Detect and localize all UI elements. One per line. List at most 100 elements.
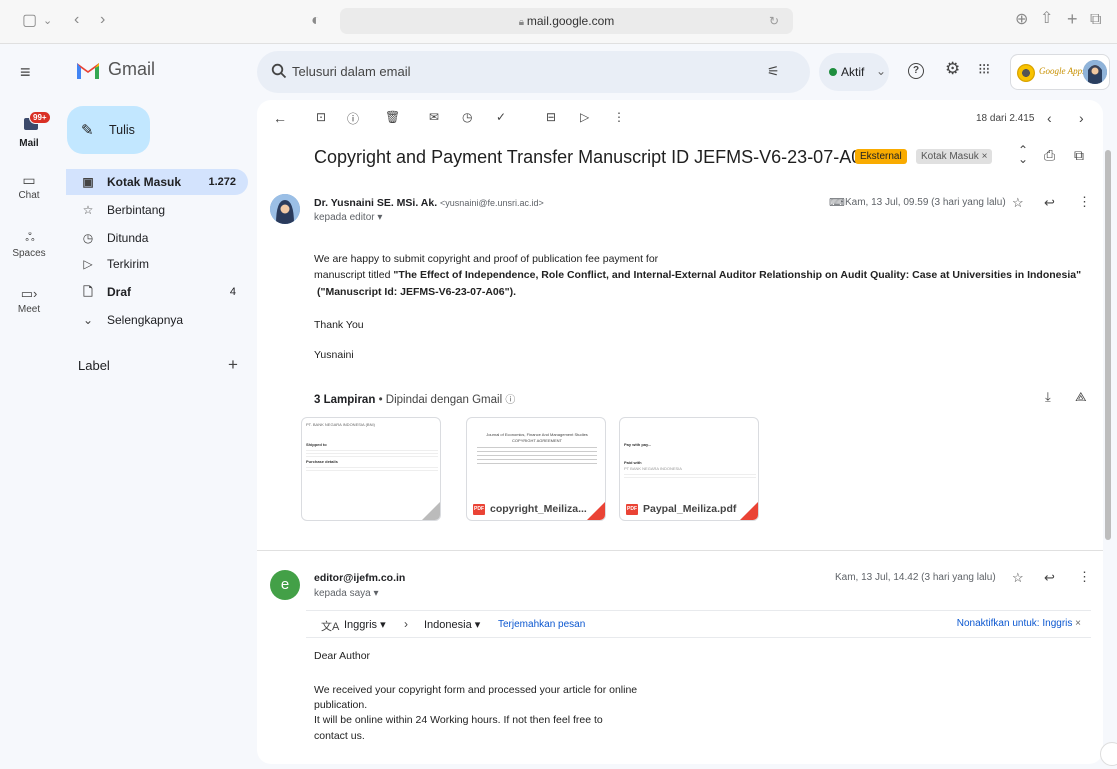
rail-item-chat[interactable]: ▭ Chat xyxy=(0,172,58,201)
page-fold-icon xyxy=(740,502,758,520)
attachment-card[interactable]: Pay with pay... Paid with PT BANK NEGARA… xyxy=(619,417,759,521)
avatar[interactable] xyxy=(1083,60,1107,84)
source-language-select[interactable]: Inggris ▾ xyxy=(344,618,386,631)
side-panel-toggle[interactable] xyxy=(1100,742,1117,766)
rail-item-mail[interactable]: 99+ Mail xyxy=(0,111,58,149)
scrollbar[interactable] xyxy=(1105,150,1111,540)
search-icon[interactable] xyxy=(271,63,287,79)
share-icon[interactable]: ⇧ xyxy=(1040,11,1053,27)
labels-heading: Label xyxy=(78,358,110,373)
newer-chevron-icon[interactable]: ‹ xyxy=(1047,110,1052,126)
nav-label: Berbintang xyxy=(107,203,166,217)
rail-item-spaces[interactable]: ஃ Spaces xyxy=(0,230,58,259)
older-chevron-icon[interactable]: › xyxy=(1079,110,1084,126)
label-icon[interactable]: ▷ xyxy=(580,110,589,124)
forward-icon[interactable]: › xyxy=(100,12,105,28)
collapse-all-icon[interactable]: ⌃ ⌄ xyxy=(1018,144,1028,165)
new-tab-icon[interactable]: + xyxy=(1067,10,1078,28)
source-language: Inggris xyxy=(344,619,378,631)
rail-label: Meet xyxy=(17,304,41,315)
help-icon[interactable]: ? xyxy=(908,63,924,79)
sender-avatar[interactable]: e xyxy=(270,570,300,600)
more-options-icon[interactable]: ⋮ xyxy=(1078,569,1091,585)
add-label-icon[interactable]: + xyxy=(228,355,238,375)
recipient-text: kepada editor xyxy=(314,212,375,223)
account-switcher[interactable]: Google Apps xyxy=(1010,54,1110,90)
disable-translation-text: Nonaktifkan untuk: Inggris xyxy=(956,618,1073,629)
body-prefix: manuscript titled xyxy=(314,269,394,281)
download-icon[interactable]: ⊕ xyxy=(1015,12,1028,28)
unread-badge: 99+ xyxy=(29,111,51,124)
chevron-down-icon[interactable]: ⌄ xyxy=(43,13,52,29)
nav-item-drafts[interactable]: 🗋︎ Draf 4 xyxy=(66,279,248,305)
preview-text: PT BANK NEGARA INDONESIA xyxy=(624,466,682,471)
star-icon: ☆ xyxy=(82,203,94,217)
disable-translation-link[interactable]: Nonaktifkan untuk: Inggris × xyxy=(957,618,1081,629)
open-new-window-icon[interactable]: ⧉ xyxy=(1074,147,1084,164)
recipient-line[interactable]: kepada saya ▾ xyxy=(314,588,379,599)
filter-options-icon[interactable]: ⚟ xyxy=(767,63,780,80)
sender-line: Dr. Yusnaini SE. MSi. Ak. <yusnaini@fe.u… xyxy=(314,197,544,209)
translate-bar: 文A Inggris ▾ › Indonesia ▾ Terjemahkan p… xyxy=(306,610,1091,638)
label-tag-icon: ⌨ xyxy=(829,197,845,209)
preview-text: COPYRIGHT AGREEMENT xyxy=(512,438,562,443)
snooze-icon[interactable]: ◷ xyxy=(462,110,472,124)
star-icon[interactable]: ☆ xyxy=(1012,195,1024,211)
nav-item-starred[interactable]: ☆ Berbintang xyxy=(66,197,248,223)
nav-item-snoozed[interactable]: ◷ Ditunda xyxy=(66,225,248,251)
add-to-drive-icon[interactable]: ⟁ xyxy=(1075,389,1087,405)
rail-item-meet[interactable]: ▭› Meet xyxy=(0,286,58,315)
status-label: Aktif xyxy=(841,65,865,79)
sidebar-toggle-icon[interactable]: ▢ xyxy=(22,13,37,29)
meet-icon: ▭› xyxy=(20,286,38,301)
nav-label: Selengkapnya xyxy=(107,313,184,327)
attachment-card[interactable]: PT. BANK NEGARA INDONESIA (BNI) Shipped … xyxy=(301,417,441,521)
attachment-card[interactable]: Journal of Economics, Finance And Manage… xyxy=(466,417,606,521)
external-tag: Eksternal xyxy=(855,149,907,164)
search-input[interactable]: Telusuri dalam email xyxy=(292,64,411,79)
settings-icon[interactable]: ⚙ xyxy=(945,59,960,79)
apps-grid-icon[interactable]: ⁝⁝⁝ xyxy=(978,60,990,78)
inbox-tag[interactable]: Kotak Masuk × xyxy=(916,149,993,164)
nav-item-more[interactable]: ⌄ Selengkapnya xyxy=(66,307,248,333)
gmail-logo[interactable] xyxy=(75,59,101,81)
add-task-icon[interactable]: ✓ xyxy=(496,110,506,124)
recipient-line[interactable]: kepada editor ▾ xyxy=(314,212,382,223)
download-all-icon[interactable]: ⤓ xyxy=(1045,389,1051,405)
delete-icon[interactable]: 🗑︎ xyxy=(385,110,400,124)
tabs-icon[interactable]: ⧉ xyxy=(1090,12,1101,28)
subject-title: Copyright and Payment Transfer Manuscrip… xyxy=(314,147,872,167)
attachments-scan-note: Dipindai dengan Gmail xyxy=(385,394,503,406)
main-menu-icon[interactable]: ≡ xyxy=(20,62,31,83)
nav-item-sent[interactable]: ▷ Terkirim xyxy=(66,251,248,277)
reply-icon[interactable]: ↩ xyxy=(1044,570,1055,586)
close-icon[interactable]: × xyxy=(1075,618,1081,629)
archive-icon[interactable]: ⊡ xyxy=(316,110,326,124)
back-icon[interactable]: ‹ xyxy=(74,12,79,28)
body-greeting: Dear Author xyxy=(314,650,371,662)
search-box[interactable]: Telusuri dalam email ⚟ xyxy=(257,51,810,93)
nav-item-inbox[interactable]: ▣ Kotak Masuk 1.272 xyxy=(66,169,248,195)
print-icon[interactable]: ⎙ xyxy=(1044,147,1055,164)
reload-icon[interactable]: ↻ xyxy=(769,8,779,34)
compose-label: Tulis xyxy=(109,123,135,137)
reply-icon[interactable]: ↩ xyxy=(1044,195,1055,211)
compose-button[interactable]: ✎ Tulis xyxy=(67,106,150,154)
back-arrow-icon[interactable]: ← xyxy=(273,110,287,126)
address-bar[interactable]: 🔒︎ mail.google.com ↻ xyxy=(340,8,793,34)
report-spam-icon[interactable]: ⓘ xyxy=(347,110,359,127)
shield-icon[interactable]: ◐ xyxy=(311,13,321,29)
pencil-icon: ✎ xyxy=(81,122,94,139)
more-options-icon[interactable]: ⋮ xyxy=(1078,194,1091,210)
star-icon[interactable]: ☆ xyxy=(1012,570,1024,586)
more-options-icon[interactable]: ⋮ xyxy=(613,110,625,124)
move-to-icon[interactable]: ⊟ xyxy=(546,110,556,124)
status-toggle[interactable]: Aktif ⌄ xyxy=(819,53,889,91)
target-language-select[interactable]: Indonesia ▾ xyxy=(424,618,480,631)
spaces-icon: ஃ xyxy=(25,230,34,244)
translate-message-link[interactable]: Terjemahkan pesan xyxy=(498,619,585,630)
mark-unread-icon[interactable]: ✉ xyxy=(429,110,439,124)
sender-avatar[interactable] xyxy=(270,194,300,224)
message-date: Kam, 13 Jul, 14.42 (3 hari yang lalu) xyxy=(835,572,996,583)
info-icon[interactable]: ⓘ xyxy=(505,395,515,406)
